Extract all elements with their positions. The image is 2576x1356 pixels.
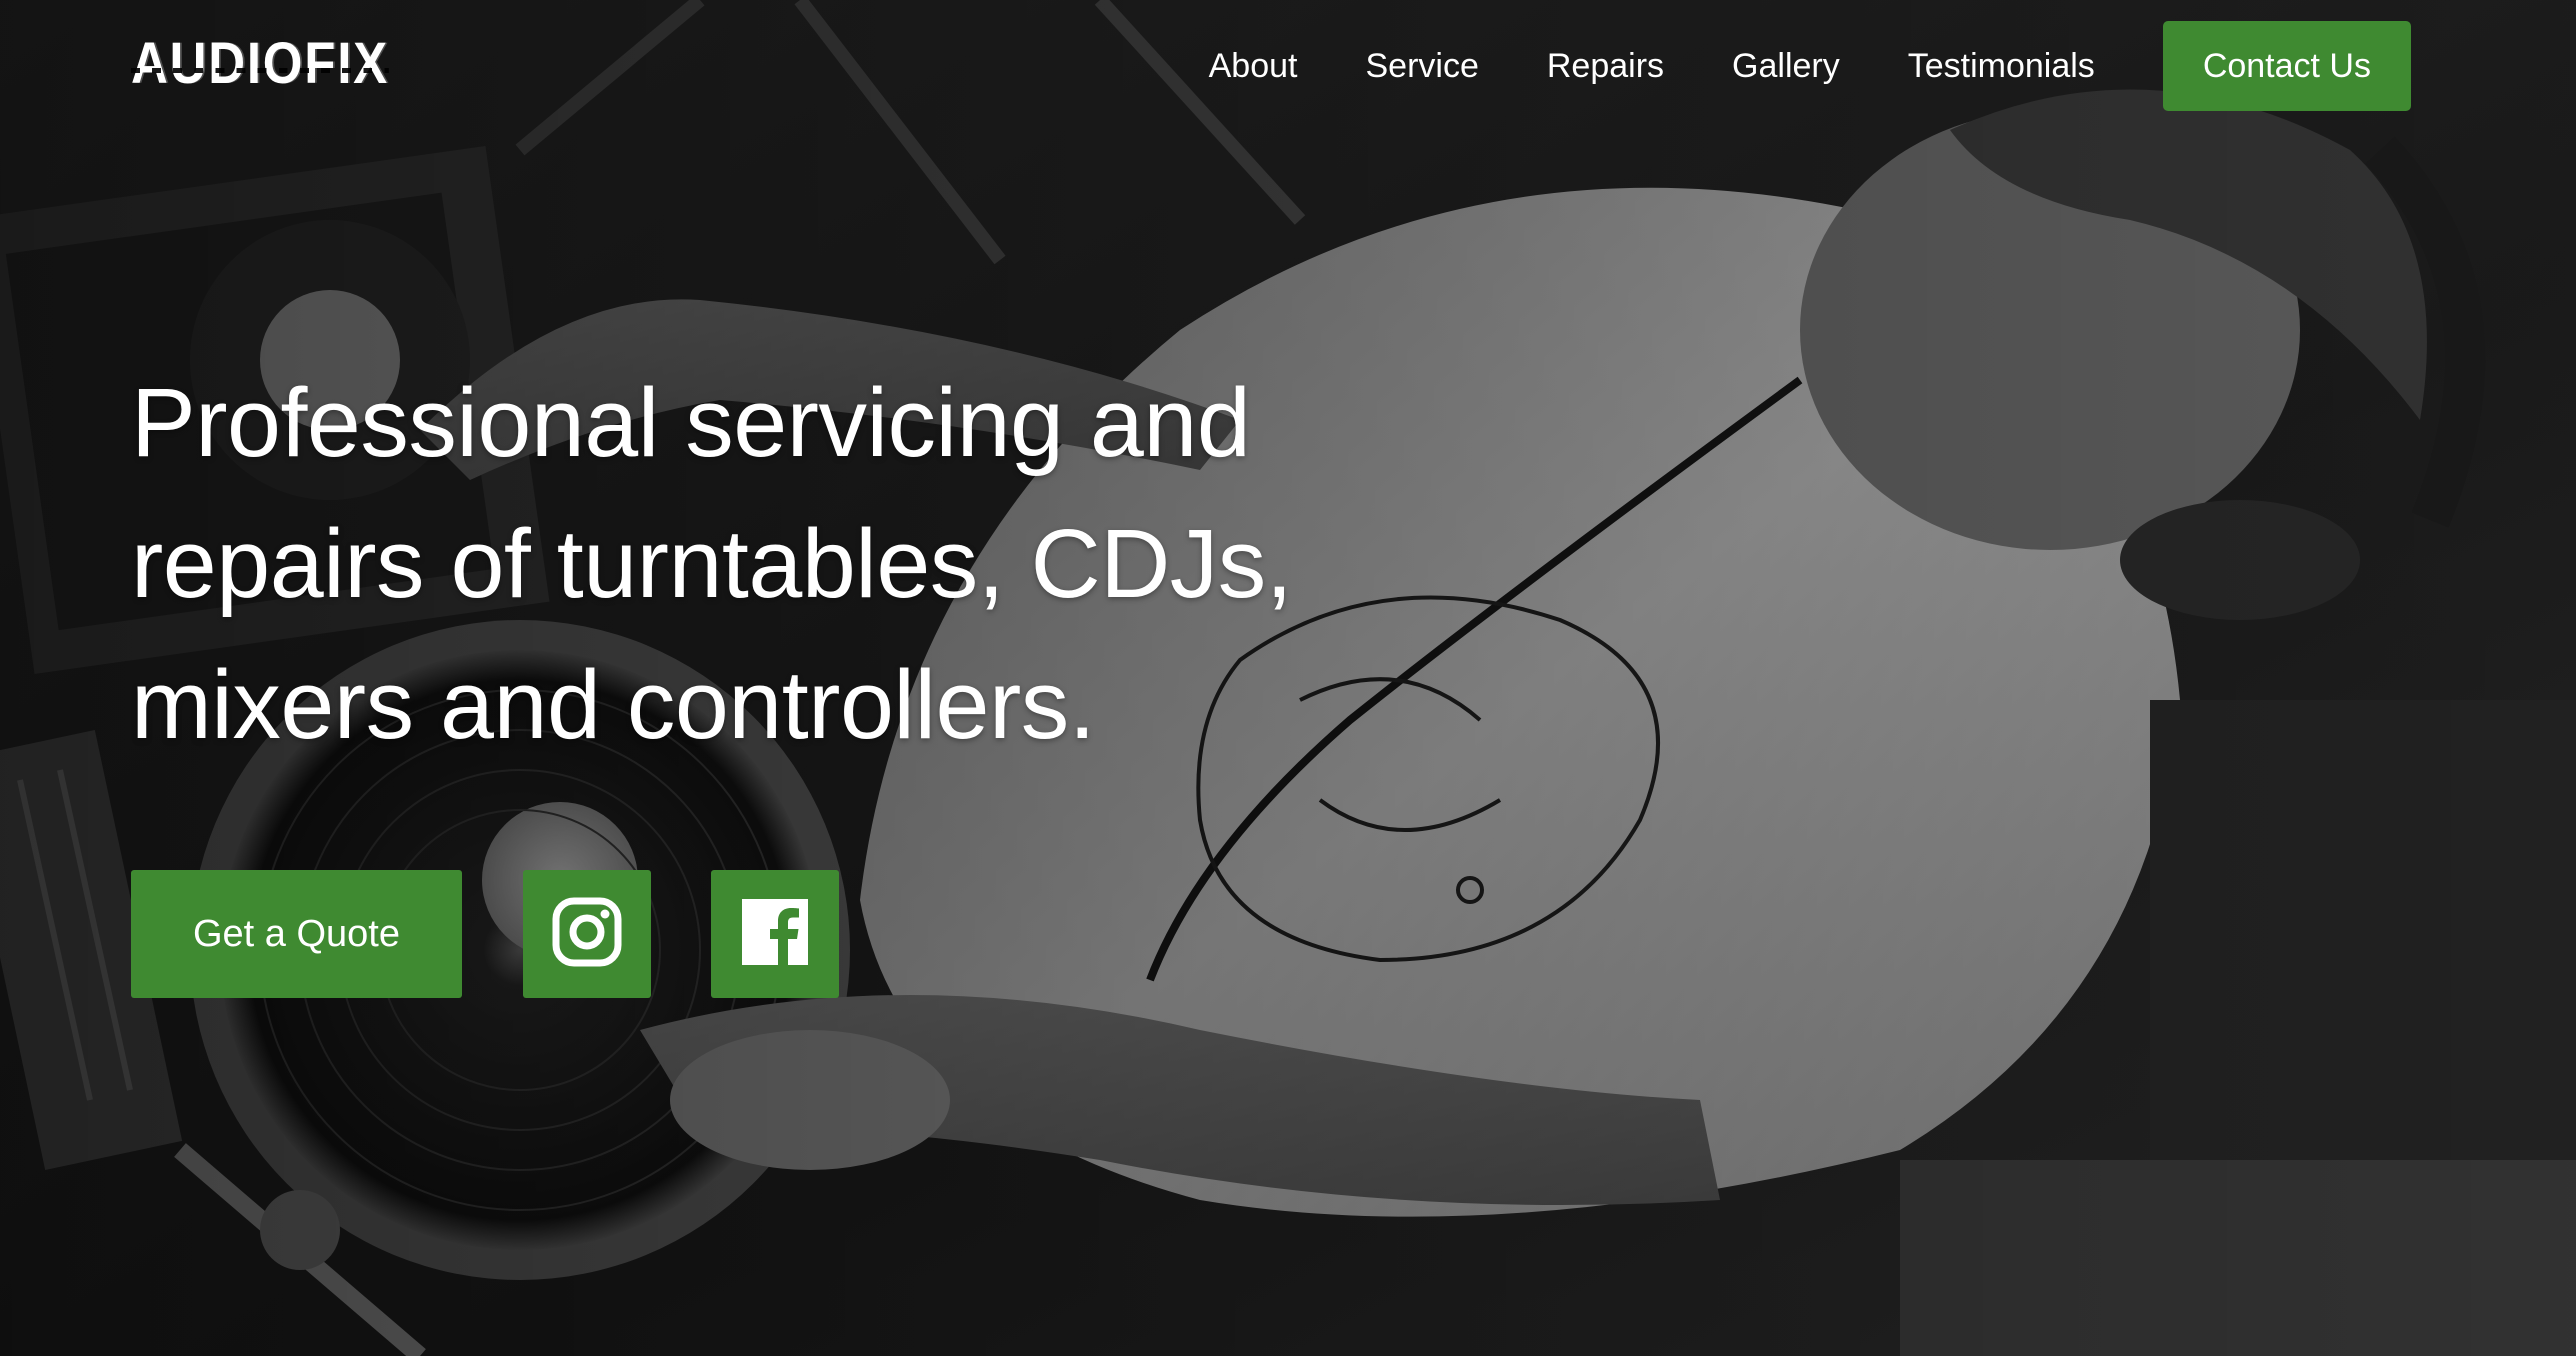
hero-headline: Professional servicing and repairs of tu… [131,352,1431,775]
get-a-quote-button[interactable]: Get a Quote [131,870,462,998]
nav-service[interactable]: Service [1365,47,1478,86]
headline-line-2: repairs of turntables, CDJs, [131,509,1293,618]
headline-line-1: Professional servicing and [131,368,1251,477]
instagram-icon [552,897,622,972]
headline-line-3: mixers and controllers. [131,650,1096,759]
hero-cta-row: Get a Quote [131,870,839,998]
nav-testimonials[interactable]: Testimonials [1908,47,2095,86]
facebook-icon [740,897,810,972]
nav-about[interactable]: About [1209,47,1298,86]
contact-us-button[interactable]: Contact Us [2162,21,2411,111]
facebook-button[interactable] [711,870,839,998]
audiofix-logo[interactable]: AUDIOFIX [131,30,424,96]
nav-gallery[interactable]: Gallery [1732,47,1840,86]
nav-repairs[interactable]: Repairs [1547,47,1664,86]
logo-text: AUDIOFIX [131,30,390,96]
instagram-button[interactable] [523,870,651,998]
main-nav: About Service Repairs Gallery Testimonia… [1209,21,2411,111]
